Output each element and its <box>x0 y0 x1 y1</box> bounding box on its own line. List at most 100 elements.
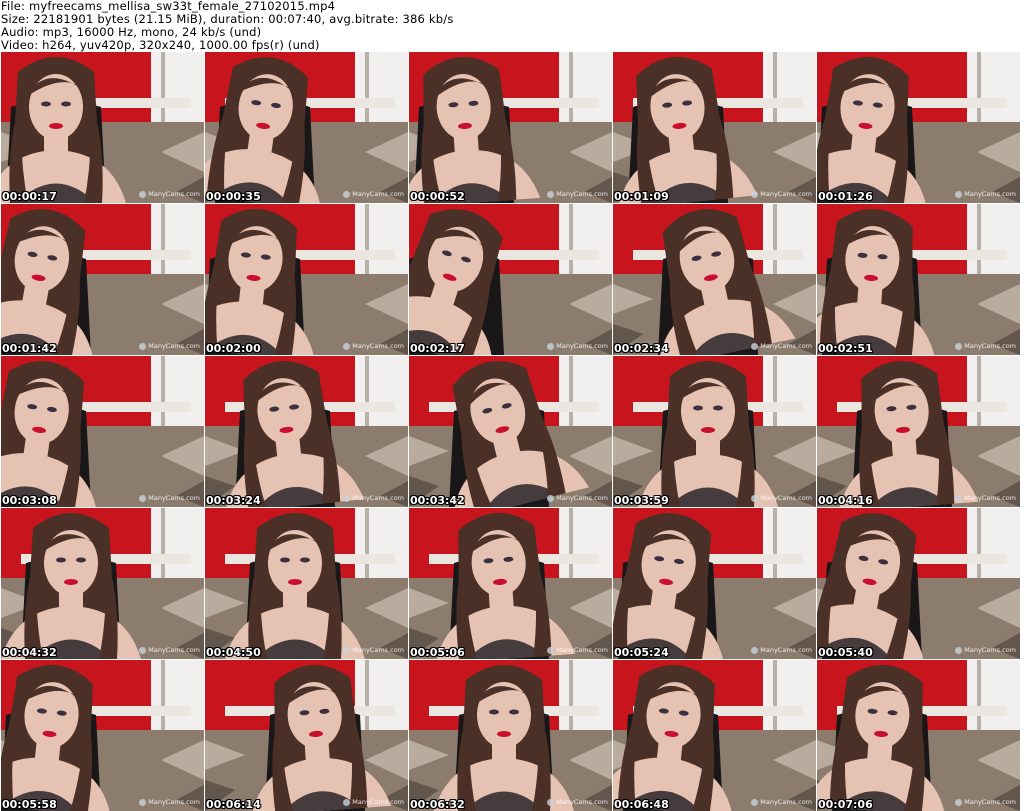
video-frame-thumbnail: ManyCams.com 00:04:50 <box>205 508 408 659</box>
watermark-text: ManyCams.com <box>556 646 608 654</box>
frame-image <box>1 52 204 203</box>
video-frame-thumbnail: ManyCams.com 00:03:08 <box>1 356 204 507</box>
watermark-text: ManyCams.com <box>148 342 200 350</box>
manycams-watermark: ManyCams.com <box>547 646 608 654</box>
frame-image <box>409 356 612 507</box>
thumbnail-grid: ManyCams.com 00:00:17 ManyCams.com 00:00:35… <box>1 52 1024 811</box>
video-frame-thumbnail: ManyCams.com 00:06:14 <box>205 660 408 811</box>
watermark-text: ManyCams.com <box>964 646 1016 654</box>
watermark-text: ManyCams.com <box>760 646 812 654</box>
video-frame-thumbnail: ManyCams.com 00:02:51 <box>817 204 1020 355</box>
manycams-logo-icon <box>751 190 759 198</box>
manycams-watermark: ManyCams.com <box>751 342 812 350</box>
video-frame-thumbnail: ManyCams.com 00:02:34 <box>613 204 816 355</box>
frame-timestamp: 00:03:24 <box>206 494 261 507</box>
frame-image <box>409 52 612 203</box>
manycams-watermark: ManyCams.com <box>751 798 812 806</box>
video-frame-thumbnail: ManyCams.com 00:05:58 <box>1 660 204 811</box>
watermark-text: ManyCams.com <box>556 494 608 502</box>
frame-timestamp: 00:01:09 <box>614 190 669 203</box>
frame-timestamp: 00:00:35 <box>206 190 261 203</box>
manycams-watermark: ManyCams.com <box>343 798 404 806</box>
video-frame-thumbnail: ManyCams.com 00:01:26 <box>817 52 1020 203</box>
watermark-text: ManyCams.com <box>148 646 200 654</box>
manycams-logo-icon <box>139 190 147 198</box>
frame-image <box>1 660 204 811</box>
frame-timestamp: 00:05:40 <box>818 646 873 659</box>
frame-image <box>205 204 408 355</box>
manycams-watermark: ManyCams.com <box>955 190 1016 198</box>
manycams-logo-icon <box>139 646 147 654</box>
frame-timestamp: 00:03:42 <box>410 494 465 507</box>
manycams-watermark: ManyCams.com <box>139 190 200 198</box>
frame-timestamp: 00:04:16 <box>818 494 873 507</box>
frame-timestamp: 00:00:17 <box>2 190 57 203</box>
watermark-text: ManyCams.com <box>352 646 404 654</box>
frame-image <box>817 356 1020 507</box>
frame-timestamp: 00:04:50 <box>206 646 261 659</box>
video-frame-thumbnail: ManyCams.com 00:04:32 <box>1 508 204 659</box>
frame-timestamp: 00:02:34 <box>614 342 669 355</box>
watermark-text: ManyCams.com <box>760 798 812 806</box>
frame-image <box>205 660 408 811</box>
watermark-text: ManyCams.com <box>556 190 608 198</box>
manycams-watermark: ManyCams.com <box>751 190 812 198</box>
video-frame-thumbnail: ManyCams.com 00:05:40 <box>817 508 1020 659</box>
watermark-text: ManyCams.com <box>760 494 812 502</box>
frame-image <box>613 356 816 507</box>
manycams-watermark: ManyCams.com <box>139 342 200 350</box>
video-frame-thumbnail: ManyCams.com 00:06:32 <box>409 660 612 811</box>
video-frame-thumbnail: ManyCams.com 00:01:09 <box>613 52 816 203</box>
frame-timestamp: 00:00:52 <box>410 190 465 203</box>
watermark-text: ManyCams.com <box>964 494 1016 502</box>
manycams-logo-icon <box>139 798 147 806</box>
manycams-logo-icon <box>955 646 963 654</box>
video-frame-thumbnail: ManyCams.com 00:00:52 <box>409 52 612 203</box>
frame-image <box>613 52 816 203</box>
video-frame-thumbnail: ManyCams.com 00:03:24 <box>205 356 408 507</box>
frame-image <box>409 204 612 355</box>
watermark-text: ManyCams.com <box>148 190 200 198</box>
frame-image <box>817 660 1020 811</box>
frame-timestamp: 00:02:00 <box>206 342 261 355</box>
frame-timestamp: 00:02:51 <box>818 342 873 355</box>
frame-timestamp: 00:07:06 <box>818 798 873 811</box>
frame-timestamp: 00:06:14 <box>206 798 261 811</box>
frame-image <box>205 52 408 203</box>
video-frame-thumbnail: ManyCams.com 00:06:48 <box>613 660 816 811</box>
manycams-logo-icon <box>343 798 351 806</box>
manycams-logo-icon <box>547 190 555 198</box>
watermark-text: ManyCams.com <box>964 342 1016 350</box>
manycams-watermark: ManyCams.com <box>343 190 404 198</box>
video-frame-thumbnail: ManyCams.com 00:04:16 <box>817 356 1020 507</box>
contact-sheet: File: myfreecams_mellisa_sw33t_female_27… <box>0 0 1024 811</box>
manycams-watermark: ManyCams.com <box>139 494 200 502</box>
file-info-header: File: myfreecams_mellisa_sw33t_female_27… <box>0 0 1024 52</box>
manycams-logo-icon <box>139 494 147 502</box>
video-frame-thumbnail: ManyCams.com 00:05:06 <box>409 508 612 659</box>
manycams-watermark: ManyCams.com <box>139 798 200 806</box>
manycams-logo-icon <box>751 494 759 502</box>
frame-image <box>205 508 408 659</box>
watermark-text: ManyCams.com <box>352 798 404 806</box>
watermark-text: ManyCams.com <box>760 190 812 198</box>
frame-image <box>817 204 1020 355</box>
frame-image <box>1 204 204 355</box>
manycams-logo-icon <box>343 342 351 350</box>
video-frame-thumbnail: ManyCams.com 00:02:17 <box>409 204 612 355</box>
manycams-logo-icon <box>547 798 555 806</box>
manycams-logo-icon <box>343 190 351 198</box>
video-frame-thumbnail: ManyCams.com 00:03:42 <box>409 356 612 507</box>
video-frame-thumbnail: ManyCams.com 00:01:42 <box>1 204 204 355</box>
frame-image <box>409 660 612 811</box>
manycams-watermark: ManyCams.com <box>751 494 812 502</box>
manycams-logo-icon <box>547 342 555 350</box>
manycams-logo-icon <box>547 646 555 654</box>
frame-image <box>817 52 1020 203</box>
manycams-logo-icon <box>955 190 963 198</box>
frame-timestamp: 00:05:06 <box>410 646 465 659</box>
frame-image <box>205 356 408 507</box>
frame-image <box>409 508 612 659</box>
watermark-text: ManyCams.com <box>352 190 404 198</box>
manycams-logo-icon <box>751 798 759 806</box>
